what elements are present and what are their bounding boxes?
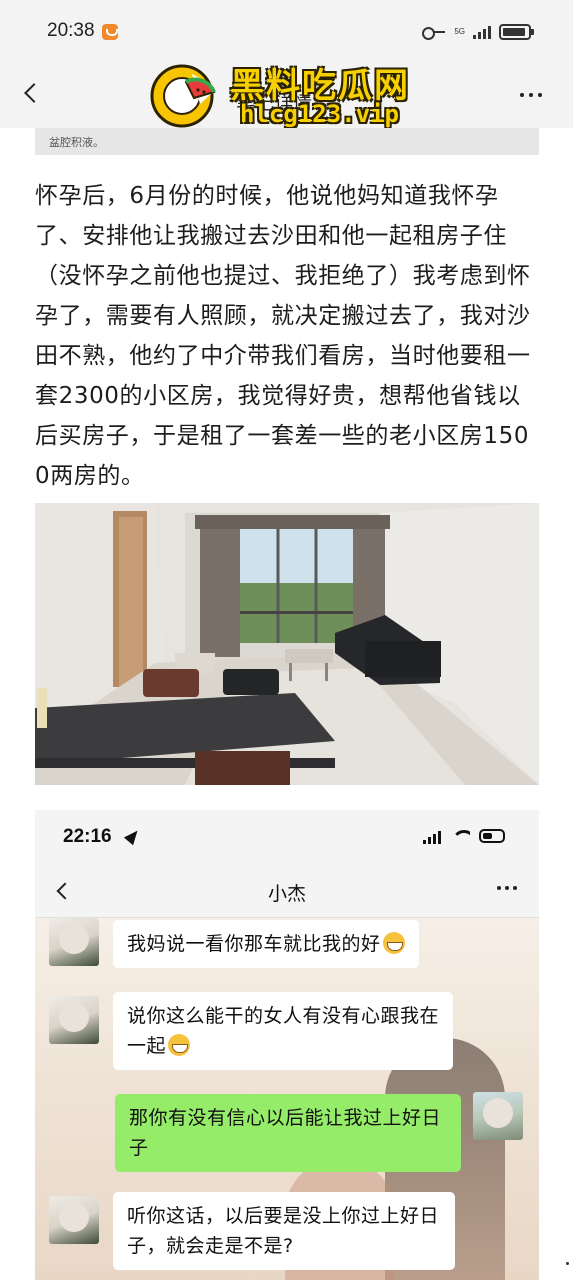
chat-status-time: 22:16 <box>63 826 112 847</box>
back-button[interactable] <box>14 76 48 110</box>
grin-emoji-icon <box>382 932 405 954</box>
cropped-image-text: 盆腔积液。 <box>49 136 104 149</box>
status-time: 20:38 <box>47 20 95 41</box>
room-photo[interactable] <box>35 503 539 785</box>
message-bubble: 那你有没有信心以后能让我过上好日子 <box>115 1094 461 1172</box>
scroll-indicator-dot <box>566 1262 569 1265</box>
message-text: 我妈说一看你那车就比我的好 <box>127 933 381 955</box>
battery-icon <box>479 829 505 843</box>
grin-emoji-icon <box>168 1034 191 1056</box>
signal-icon <box>423 830 441 844</box>
room-photo-image <box>35 503 539 785</box>
battery-icon <box>499 24 534 40</box>
status-bar: 20:38 5G <box>0 0 573 62</box>
watermark-logo-icon <box>150 64 218 128</box>
message-text: 那你有没有信心以后能让我过上好日子 <box>129 1107 442 1159</box>
location-arrow-icon <box>123 826 143 846</box>
chat-status-bar: 22:16 <box>35 810 539 866</box>
chat-screenshot[interactable]: 22:16 小杰 我妈说一看你那车就比我的好 说你这么能干的女人有没有心跟我在一… <box>35 810 539 1280</box>
chat-contact-name: 小杰 <box>267 883 306 905</box>
wifi-icon <box>452 828 470 846</box>
chat-nav-bar: 小杰 <box>35 866 539 918</box>
chevron-left-icon <box>24 83 44 103</box>
more-dot-icon <box>529 93 533 97</box>
more-dot-icon <box>497 886 501 890</box>
signal-icon <box>473 25 491 39</box>
watermark-url: hlcg123.vip <box>240 100 399 128</box>
more-button[interactable] <box>511 80 551 110</box>
avatar <box>473 1092 523 1140</box>
message-bubble: 我妈说一看你那车就比我的好 <box>113 920 419 968</box>
app-badge-icon <box>102 24 118 40</box>
avatar <box>49 1196 99 1244</box>
cropped-image-strip: 盆腔积液。 <box>35 128 539 155</box>
chat-message-list: 我妈说一看你那车就比我的好 说你这么能干的女人有没有心跟我在一起 那你有没有信心… <box>35 918 539 1280</box>
more-dot-icon <box>538 93 542 97</box>
chat-more-button <box>497 886 517 890</box>
message-bubble: 听你这话，以后要是没上你过上好日子，就会走是不是? <box>113 1192 455 1270</box>
more-dot-icon <box>520 93 524 97</box>
key-icon <box>422 25 446 40</box>
message-bubble: 说你这么能干的女人有没有心跟我在一起 <box>113 992 453 1070</box>
article-paragraph: 怀孕后，6月份的时候，他说他妈知道我怀孕了、安排他让我搬过去沙田和他一起租房子住… <box>35 183 531 489</box>
avatar <box>49 996 99 1044</box>
message-text: 听你这话，以后要是没上你过上好日子，就会走是不是? <box>127 1205 440 1257</box>
status-icons: 5G <box>422 22 534 42</box>
more-dot-icon <box>505 886 509 890</box>
avatar <box>49 918 99 966</box>
watermark: 黑料吃瓜网 hlcg123.vip <box>148 56 438 132</box>
network-type-label: 5G <box>454 27 465 36</box>
more-dot-icon <box>513 886 517 890</box>
